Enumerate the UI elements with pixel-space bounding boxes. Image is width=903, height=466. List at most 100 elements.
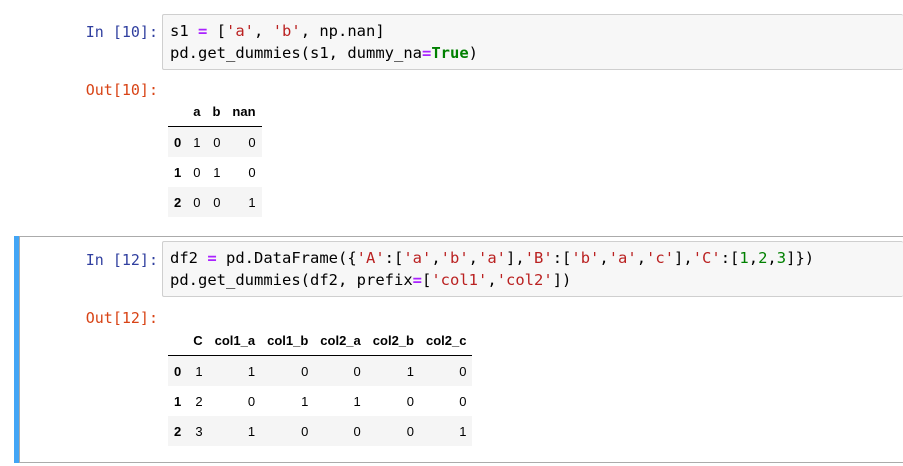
code-editor[interactable]: df2 = pd.DataFrame({'A':['a','b','a'],'B… (162, 241, 903, 297)
code-token: = (207, 249, 217, 267)
code-token: 'a' (608, 249, 637, 267)
table-cell: 0 (248, 164, 256, 180)
column-header (168, 325, 188, 356)
code-token: , (748, 249, 759, 267)
code-token: = (412, 271, 422, 289)
table-row: 1201100 (168, 386, 473, 416)
output-prompt: Out[10]: (85, 81, 158, 99)
code-token: = (421, 44, 432, 62)
code-token: df2 (170, 249, 208, 267)
code-line: df2 = pd.DataFrame({'A':['a','b','a'],'B… (170, 247, 903, 269)
table-cell: 1 (301, 393, 309, 409)
code-token: 3 (776, 249, 787, 267)
table-row: 0100 (168, 126, 262, 157)
table-cell: 1 (193, 134, 201, 150)
table-cell: 0 (353, 363, 361, 379)
code-line: pd.get_dummies(df2, prefix=['col1','col2… (170, 269, 903, 291)
column-header: a (187, 96, 207, 127)
code-token: , (254, 22, 273, 40)
code-editor[interactable]: s1 = ['a', 'b', np.nan] pd.get_dummies(s1… (162, 14, 903, 70)
code-token: pd.get_dummies (170, 44, 301, 62)
table-cell: 2 (195, 393, 203, 409)
table-cell: 1 (195, 363, 203, 379)
code-token: 'col2' (496, 271, 553, 289)
dataframe-output: a b nan 0 1 0 0 1 0 1 0 2 0 0 1 (168, 96, 262, 217)
table-cell: 1 (353, 393, 361, 409)
table-cell: 1 (247, 423, 256, 439)
code-token: df2, prefix (310, 271, 413, 289)
code-token: True (431, 44, 469, 62)
code-token: :[ (384, 249, 404, 267)
table-header-row: Ccol1_a col1_b col2_a col2_b col2_c (168, 325, 473, 356)
output-prompt: Out[12]: (85, 309, 158, 327)
code-token: pd.DataFrame({ (216, 249, 357, 267)
table-cell: 0 (301, 363, 309, 379)
code-token: , (487, 271, 497, 289)
input-prompt: In [10]: (85, 23, 158, 41)
row-index: 2 (174, 194, 182, 210)
column-header: col1_a (208, 325, 262, 356)
column-header: col2_c (419, 325, 473, 356)
code-token: ( (300, 271, 310, 289)
code-token: , (636, 249, 647, 267)
table-cell: 0 (353, 423, 361, 439)
code-token: 'a' (403, 249, 432, 267)
code-cell-12[interactable]: In [12]: df2 = pd.DataFrame({'A':['a','b… (0, 236, 903, 463)
code-token: , np.nan] (300, 22, 385, 40)
code-token: 'b' (272, 22, 301, 40)
row-index: 0 (174, 363, 182, 379)
column-header (168, 96, 188, 127)
code-token: ( (300, 44, 310, 62)
table-cell: 0 (459, 363, 467, 379)
column-header: col2_a (314, 325, 367, 356)
code-token: 'b' (571, 249, 600, 267)
code-token: = (198, 22, 208, 40)
code-line: s1 = ['a', 'b', np.nan] (170, 20, 903, 42)
code-token: [ (422, 271, 432, 289)
code-token: , (599, 249, 609, 267)
table-row: 0110010 (168, 355, 473, 386)
code-token: 'a' (478, 249, 507, 267)
code-token: 'a' (226, 22, 255, 40)
column-header: col1_b (261, 325, 315, 356)
table-cell: 1 (247, 363, 256, 379)
table-cell: 1 (459, 423, 467, 439)
code-token: ) (562, 271, 572, 289)
table-cell: 0 (248, 134, 256, 150)
table-cell: 0 (406, 423, 414, 439)
column-header: b (206, 96, 227, 127)
table-row: 1010 (168, 157, 262, 187)
code-token: 'B' (524, 249, 553, 267)
code-token: ) (468, 44, 478, 62)
code-token: ]}) (786, 249, 815, 267)
code-line: pd.get_dummies(s1, dummy_na=True) (170, 42, 903, 64)
code-token: s1 (170, 22, 198, 40)
code-token: [ (207, 22, 227, 40)
dataframe-output: Ccol1_a col1_b col2_a col2_b col2_c 0 1 1 0 0 1 0 1 2… (168, 325, 473, 446)
table-cell: 0 (459, 393, 467, 409)
column-header: C (187, 325, 209, 356)
code-token: 'c' (646, 249, 675, 267)
code-token: ], (506, 249, 525, 267)
table-cell: 0 (247, 393, 256, 409)
table-header-row: a b nan (168, 96, 262, 127)
code-cell-10[interactable]: In [10]: s1 = ['a', 'b', np.nan] pd.get_d… (0, 0, 903, 225)
code-token: ], (674, 249, 693, 267)
column-header: nan (226, 96, 262, 127)
code-token: , (468, 249, 479, 267)
table-cell: 1 (406, 363, 414, 379)
table-cell: 1 (248, 194, 256, 210)
table-cell: 0 (193, 164, 201, 180)
code-token: ] (552, 271, 563, 289)
code-token: s1, dummy_na (310, 44, 422, 62)
table-cell: 3 (195, 423, 203, 439)
code-token: :[ (720, 249, 740, 267)
code-token: pd.get_dummies (170, 271, 301, 289)
code-token: 'col1' (431, 271, 488, 289)
code-token: , (767, 249, 777, 267)
code-token: 1 (739, 249, 749, 267)
table-cell: 0 (213, 194, 221, 210)
table-row: 23 1 0 0 0 1 (168, 416, 473, 446)
code-token: 'C' (692, 249, 721, 267)
input-prompt: In [12]: (85, 251, 158, 269)
